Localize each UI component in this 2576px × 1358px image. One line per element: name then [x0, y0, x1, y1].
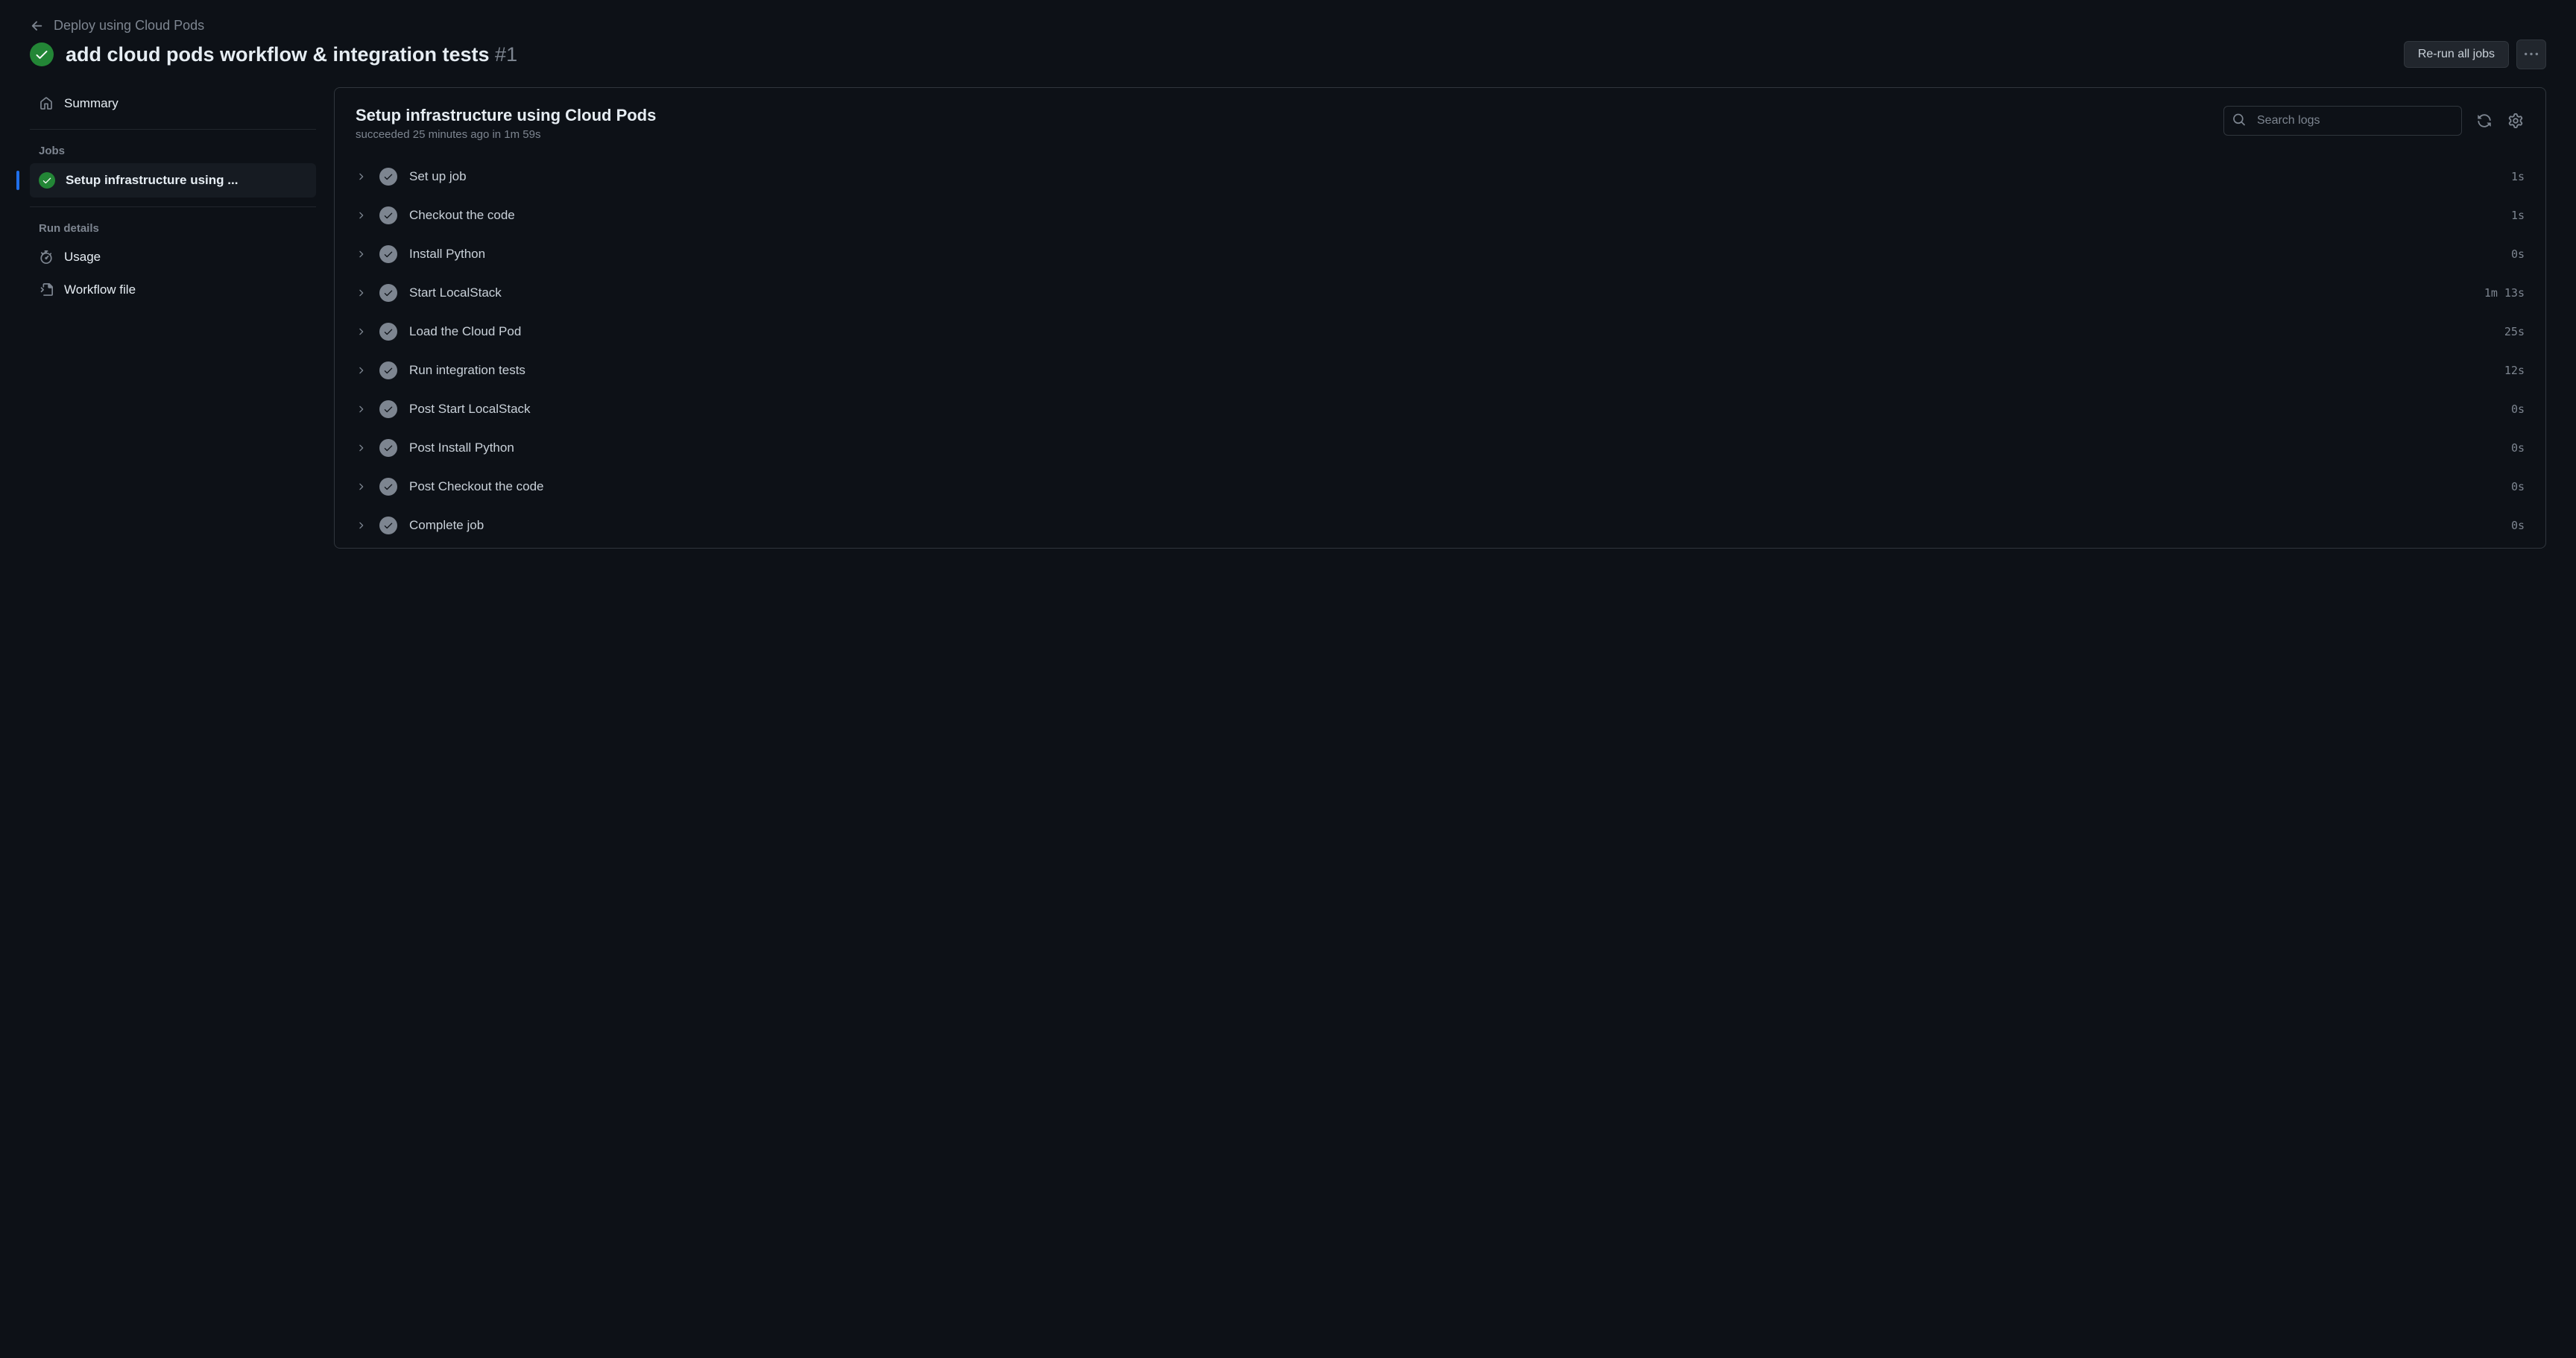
home-icon: [39, 96, 54, 111]
step-row[interactable]: Complete job 0s: [335, 506, 2545, 545]
sidebar-summary[interactable]: Summary: [30, 87, 316, 120]
chevron-right-icon: [356, 443, 367, 453]
breadcrumb[interactable]: Deploy using Cloud Pods: [54, 18, 204, 34]
step-name: Complete job: [409, 518, 2499, 533]
step-row[interactable]: Install Python 0s: [335, 235, 2545, 274]
step-duration: 0s: [2511, 519, 2525, 532]
step-duration: 25s: [2504, 325, 2525, 338]
stopwatch-icon: [39, 250, 54, 265]
step-status-success-icon: [379, 206, 397, 224]
step-status-success-icon: [379, 361, 397, 379]
step-name: Post Install Python: [409, 440, 2499, 455]
step-name: Install Python: [409, 247, 2499, 262]
step-duration: 0s: [2511, 441, 2525, 455]
step-name: Checkout the code: [409, 208, 2499, 223]
step-row[interactable]: Set up job 1s: [335, 157, 2545, 196]
step-row[interactable]: Start LocalStack 1m 13s: [335, 274, 2545, 312]
chevron-right-icon: [356, 249, 367, 259]
step-duration: 12s: [2504, 364, 2525, 377]
chevron-right-icon: [356, 481, 367, 492]
step-status-success-icon: [379, 400, 397, 418]
chevron-right-icon: [356, 520, 367, 531]
workflow-file-icon: [39, 282, 54, 297]
step-row[interactable]: Run integration tests 12s: [335, 351, 2545, 390]
run-number: #1: [495, 43, 517, 66]
sidebar: Summary Jobs Setup infrastructure using …: [30, 87, 316, 549]
run-title: add cloud pods workflow & integration te…: [66, 43, 490, 66]
job-subtitle: succeeded 25 minutes ago in 1m 59s: [356, 128, 2209, 141]
step-row[interactable]: Post Start LocalStack 0s: [335, 390, 2545, 429]
sidebar-workflow-file[interactable]: Workflow file: [30, 274, 316, 306]
step-duration: 0s: [2511, 247, 2525, 261]
step-row[interactable]: Post Checkout the code 0s: [335, 467, 2545, 506]
step-name: Set up job: [409, 169, 2499, 184]
chevron-right-icon: [356, 288, 367, 298]
sidebar-jobs-label: Jobs: [30, 139, 316, 163]
search-logs-input[interactable]: [2223, 106, 2462, 136]
run-status-success-icon: [30, 42, 54, 66]
step-status-success-icon: [379, 245, 397, 263]
page-title: add cloud pods workflow & integration te…: [66, 43, 517, 66]
step-duration: 1m 13s: [2484, 286, 2525, 300]
sidebar-summary-label: Summary: [64, 96, 119, 111]
step-name: Post Start LocalStack: [409, 402, 2499, 417]
step-status-success-icon: [379, 168, 397, 186]
step-status-success-icon: [379, 478, 397, 496]
job-status-success-icon: [39, 172, 55, 189]
chevron-right-icon: [356, 365, 367, 376]
step-name: Start LocalStack: [409, 285, 2472, 300]
step-status-success-icon: [379, 517, 397, 534]
more-actions-button[interactable]: [2516, 40, 2546, 69]
log-panel: Setup infrastructure using Cloud Pods su…: [334, 87, 2546, 549]
sidebar-usage[interactable]: Usage: [30, 241, 316, 274]
sidebar-workflow-file-label: Workflow file: [64, 282, 136, 297]
step-duration: 0s: [2511, 480, 2525, 493]
chevron-right-icon: [356, 210, 367, 221]
chevron-right-icon: [356, 171, 367, 182]
sidebar-job-label: Setup infrastructure using ...: [66, 173, 238, 188]
chevron-right-icon: [356, 404, 367, 414]
chevron-right-icon: [356, 326, 367, 337]
step-name: Post Checkout the code: [409, 479, 2499, 494]
sidebar-run-details-label: Run details: [30, 216, 316, 241]
rerun-all-jobs-button[interactable]: Re-run all jobs: [2404, 41, 2509, 68]
step-name: Load the Cloud Pod: [409, 324, 2493, 339]
sidebar-usage-label: Usage: [64, 250, 101, 265]
job-title: Setup infrastructure using Cloud Pods: [356, 106, 2209, 125]
settings-button[interactable]: [2507, 112, 2525, 130]
step-row[interactable]: Load the Cloud Pod 25s: [335, 312, 2545, 351]
step-row[interactable]: Post Install Python 0s: [335, 429, 2545, 467]
steps-list: Set up job 1s Checkout the code 1s Insta…: [335, 154, 2545, 548]
step-duration: 0s: [2511, 402, 2525, 416]
step-duration: 1s: [2511, 170, 2525, 183]
back-arrow-icon[interactable]: [30, 19, 45, 34]
step-duration: 1s: [2511, 209, 2525, 222]
step-name: Run integration tests: [409, 363, 2493, 378]
step-status-success-icon: [379, 323, 397, 341]
search-icon: [2232, 113, 2246, 129]
sidebar-job-item[interactable]: Setup infrastructure using ...: [30, 163, 316, 198]
refresh-button[interactable]: [2475, 112, 2493, 130]
step-row[interactable]: Checkout the code 1s: [335, 196, 2545, 235]
step-status-success-icon: [379, 439, 397, 457]
step-status-success-icon: [379, 284, 397, 302]
